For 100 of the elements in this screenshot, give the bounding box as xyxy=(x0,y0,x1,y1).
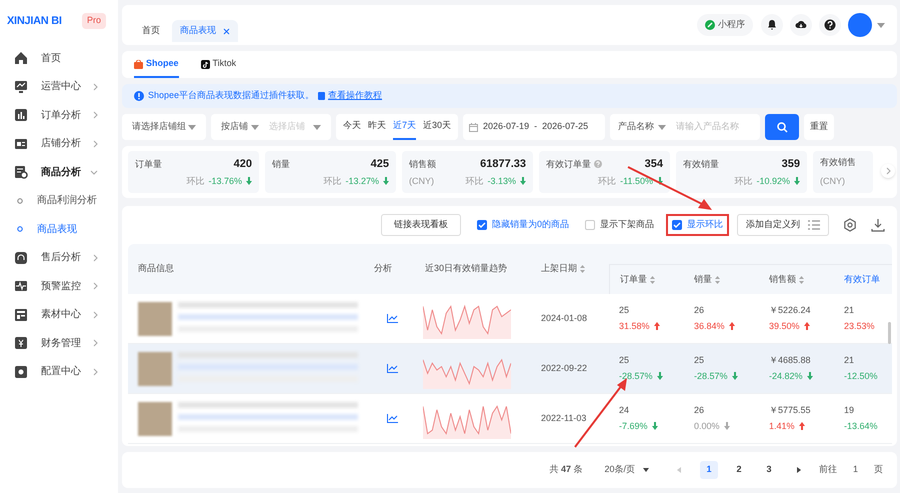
circle-bullet-icon xyxy=(17,226,23,232)
metric-value: 420 xyxy=(234,157,252,172)
help-button[interactable] xyxy=(819,14,841,36)
column-header[interactable]: 销售额 xyxy=(769,272,796,286)
calendar-icon xyxy=(469,122,478,132)
date-range-tab[interactable]: 昨天 xyxy=(368,114,386,140)
metric-change: -11.50% xyxy=(620,174,653,188)
search-button[interactable] xyxy=(765,114,800,140)
down-arrow-icon xyxy=(732,372,738,380)
avatar[interactable] xyxy=(848,13,872,37)
change-value: 1.41% xyxy=(769,420,795,432)
checkbox-option[interactable]: 隐藏销量为0的商品 xyxy=(472,214,573,236)
column-header[interactable]: 订单量 xyxy=(620,272,647,286)
sidebar-item[interactable]: 首页 xyxy=(0,48,118,68)
column-header[interactable]: 销量 xyxy=(694,272,712,286)
table-cell-text: ￥5775.55 xyxy=(769,404,812,417)
vertical-scrollbar[interactable] xyxy=(888,322,891,344)
pulse-icon xyxy=(14,279,28,293)
page-button[interactable]: 3 xyxy=(760,461,778,479)
table-cell-text: 2022-09-22 xyxy=(541,362,588,375)
table-cell-text: 21 xyxy=(844,304,856,317)
sidebar-item[interactable]: 订单分析 xyxy=(0,105,118,125)
page-tab[interactable]: 首页 xyxy=(134,20,168,42)
sidebar-item[interactable]: 店铺分析 xyxy=(0,134,118,154)
page-button[interactable]: 2 xyxy=(730,461,748,479)
date-range-tab[interactable]: 近7天 xyxy=(393,114,416,140)
platform-tab[interactable]: Shopee xyxy=(134,52,179,78)
shop-mode-select[interactable]: 按店铺 xyxy=(221,120,259,134)
sidebar-item[interactable]: 运营中心 xyxy=(0,76,118,96)
caret-icon xyxy=(642,468,649,472)
product-name-field[interactable]: 请输入产品名称 xyxy=(676,114,760,140)
line-chart-icon[interactable] xyxy=(387,414,398,423)
product-photo-placeholder xyxy=(138,352,172,386)
bell-button[interactable] xyxy=(761,14,783,36)
cloud-download-button[interactable] xyxy=(790,14,812,36)
table-cell-text: 26 xyxy=(694,304,706,317)
column-header[interactable]: 商品信息 xyxy=(138,262,174,276)
metric-change: -3.13% xyxy=(487,174,516,188)
table-cell-text: 24 xyxy=(619,404,630,417)
home-icon xyxy=(14,51,28,65)
page-tab[interactable]: 商品表现 xyxy=(172,20,238,42)
table-cell-text: 21 xyxy=(844,354,856,367)
help-icon xyxy=(594,160,602,168)
sidebar-item[interactable]: 素材中心 xyxy=(0,304,118,324)
mini-program-button[interactable]: 小程序 xyxy=(697,14,753,36)
download-icon[interactable] xyxy=(871,218,885,232)
goto-page-input[interactable]: 1 xyxy=(848,463,862,477)
close-icon[interactable] xyxy=(223,28,230,34)
metric-unit: (CNY) xyxy=(820,174,845,188)
page-button[interactable]: 1 xyxy=(700,461,718,479)
checkbox-option[interactable]: 显示下架商品 xyxy=(581,214,658,236)
line-chart-icon[interactable] xyxy=(387,364,398,373)
checkbox-option[interactable]: 显示环比 xyxy=(666,214,729,236)
platform-tab[interactable]: Tiktok xyxy=(200,52,236,78)
sidebar-item[interactable]: 商品分析 xyxy=(0,162,118,182)
column-header[interactable]: 上架日期 xyxy=(541,262,577,276)
search-icon xyxy=(776,122,788,132)
link-board-button[interactable]: 链接表现看板 xyxy=(380,214,461,236)
up-arrow-icon xyxy=(798,422,805,430)
page-unit-label: 页 xyxy=(874,463,883,476)
id-card-icon xyxy=(14,136,28,150)
chevron-right-icon xyxy=(93,111,98,119)
table-cell-text: 25 xyxy=(619,304,630,317)
caret-icon xyxy=(658,124,666,130)
circle-bullet-icon xyxy=(17,198,23,204)
chevron-right-icon xyxy=(93,140,98,148)
chevron-right-icon xyxy=(93,310,98,318)
compare-label: 环比 xyxy=(186,174,204,188)
change-value: -13.64% xyxy=(844,420,878,432)
reset-button[interactable]: 重置 xyxy=(804,114,834,140)
column-header[interactable]: 有效订单 xyxy=(844,272,880,286)
sidebar-item[interactable]: 配置中心 xyxy=(0,362,118,382)
sidebar-item[interactable]: 售后分析 xyxy=(0,248,118,268)
caret-icon xyxy=(313,124,321,130)
line-chart-icon[interactable] xyxy=(387,314,398,323)
bar-chart-icon xyxy=(14,108,28,122)
product-name-input[interactable]: 请输入产品名称 xyxy=(676,120,756,134)
date-range-picker[interactable]: 2026-07-19 - 2026-07-25 xyxy=(463,114,606,140)
page-size-select[interactable]: 20条/页 xyxy=(604,463,649,477)
tutorial-link[interactable]: 查看操作教程 xyxy=(328,89,382,103)
caret-icon xyxy=(251,124,259,130)
table-cell-text: 2022-11-03 xyxy=(541,412,586,425)
checkmark-icon xyxy=(673,222,681,228)
next-page-icon[interactable] xyxy=(796,467,801,473)
column-header[interactable]: 分析 xyxy=(374,262,392,276)
sidebar-subitem[interactable]: 商品表现 xyxy=(0,219,118,239)
settings-icon[interactable] xyxy=(843,218,857,232)
date-range-tab[interactable]: 近30天 xyxy=(423,114,452,140)
add-custom-column-button[interactable]: 添加自定义列 xyxy=(737,214,829,236)
sidebar-item[interactable]: 财务管理 xyxy=(0,333,118,353)
down-arrow-icon xyxy=(520,177,526,186)
date-range-tab[interactable]: 今天 xyxy=(343,114,361,140)
metric-change: -13.27% xyxy=(345,174,379,188)
link-icon xyxy=(705,20,715,30)
sidebar-subitem[interactable]: 商品利润分析 xyxy=(0,190,118,210)
column-header[interactable]: 近30日有效销量趋势 xyxy=(425,262,508,276)
search-field-select[interactable]: 产品名称 xyxy=(610,114,676,140)
list-icon xyxy=(808,220,820,230)
shop-group-select[interactable]: 请选择店铺组 xyxy=(122,114,206,140)
sidebar-item[interactable]: 预警监控 xyxy=(0,276,118,296)
